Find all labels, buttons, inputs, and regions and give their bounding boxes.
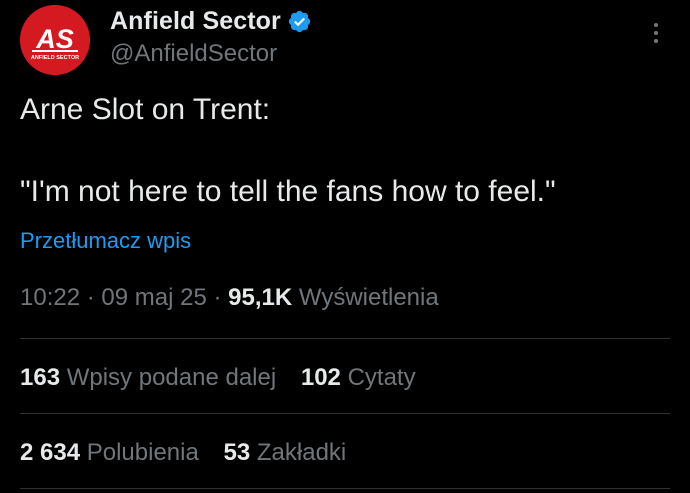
svg-text:AS: AS (35, 24, 74, 54)
meta-separator: · (86, 284, 95, 311)
divider (20, 488, 670, 489)
reposts-stat[interactable]: 163 Wpisy podane dalej (20, 364, 283, 391)
divider (20, 413, 670, 414)
bookmarks-count: 53 (223, 439, 251, 466)
avatar[interactable]: AS ANFIELD SECTOR (20, 5, 90, 75)
tweet-meta: 10:22 · 09 maj 25 · 95,1K Wyświetlenia (20, 284, 439, 312)
bookmarks-stat[interactable]: 53 Zakładki (224, 439, 347, 466)
more-options-icon[interactable] (642, 17, 670, 49)
translate-post-link[interactable]: Przetłumacz wpis (20, 228, 191, 254)
reposts-label: Wpisy podane dalej (66, 364, 277, 391)
bookmarks-label: Zakładki (256, 439, 347, 466)
tweet-header: AS ANFIELD SECTOR Anfield Sector @Anfiel… (20, 3, 670, 79)
tweet-text-line-1: Arne Slot on Trent: (20, 93, 271, 126)
divider (20, 338, 670, 339)
tweet-date[interactable]: 09 maj 25 (101, 284, 206, 311)
likes-count: 2 634 (20, 439, 81, 466)
author-name-row: Anfield Sector (110, 5, 312, 37)
verified-badge-icon (288, 10, 311, 32)
reposts-count: 163 (20, 364, 61, 391)
tweet-time[interactable]: 10:22 (20, 284, 80, 311)
avatar-logo: AS ANFIELD SECTOR (20, 5, 90, 75)
author-display-name[interactable]: Anfield Sector (110, 7, 281, 36)
likes-stat[interactable]: 2 634 Polubienia (20, 439, 206, 466)
author-handle[interactable]: @AnfieldSector (110, 40, 277, 68)
stats-row-likes-bookmarks: 2 634 Polubienia 53 Zakładki (20, 439, 364, 467)
tweet-text-line-2: "I'm not here to tell the fans how to fe… (20, 175, 556, 208)
svg-text:ANFIELD SECTOR: ANFIELD SECTOR (31, 55, 79, 61)
likes-label: Polubienia (86, 439, 199, 466)
quotes-label: Cytaty (347, 364, 416, 391)
meta-separator: · (213, 284, 222, 311)
quotes-stat[interactable]: 102 Cytaty (301, 364, 416, 391)
views-label: Wyświetlenia (298, 284, 439, 311)
tweet-text: Arne Slot on Trent: "I'm not here to tel… (20, 90, 670, 212)
stats-row-reposts-quotes: 163 Wpisy podane dalej 102 Cytaty (20, 364, 434, 392)
quotes-count: 102 (300, 364, 341, 391)
views-count: 95,1K (228, 284, 293, 311)
